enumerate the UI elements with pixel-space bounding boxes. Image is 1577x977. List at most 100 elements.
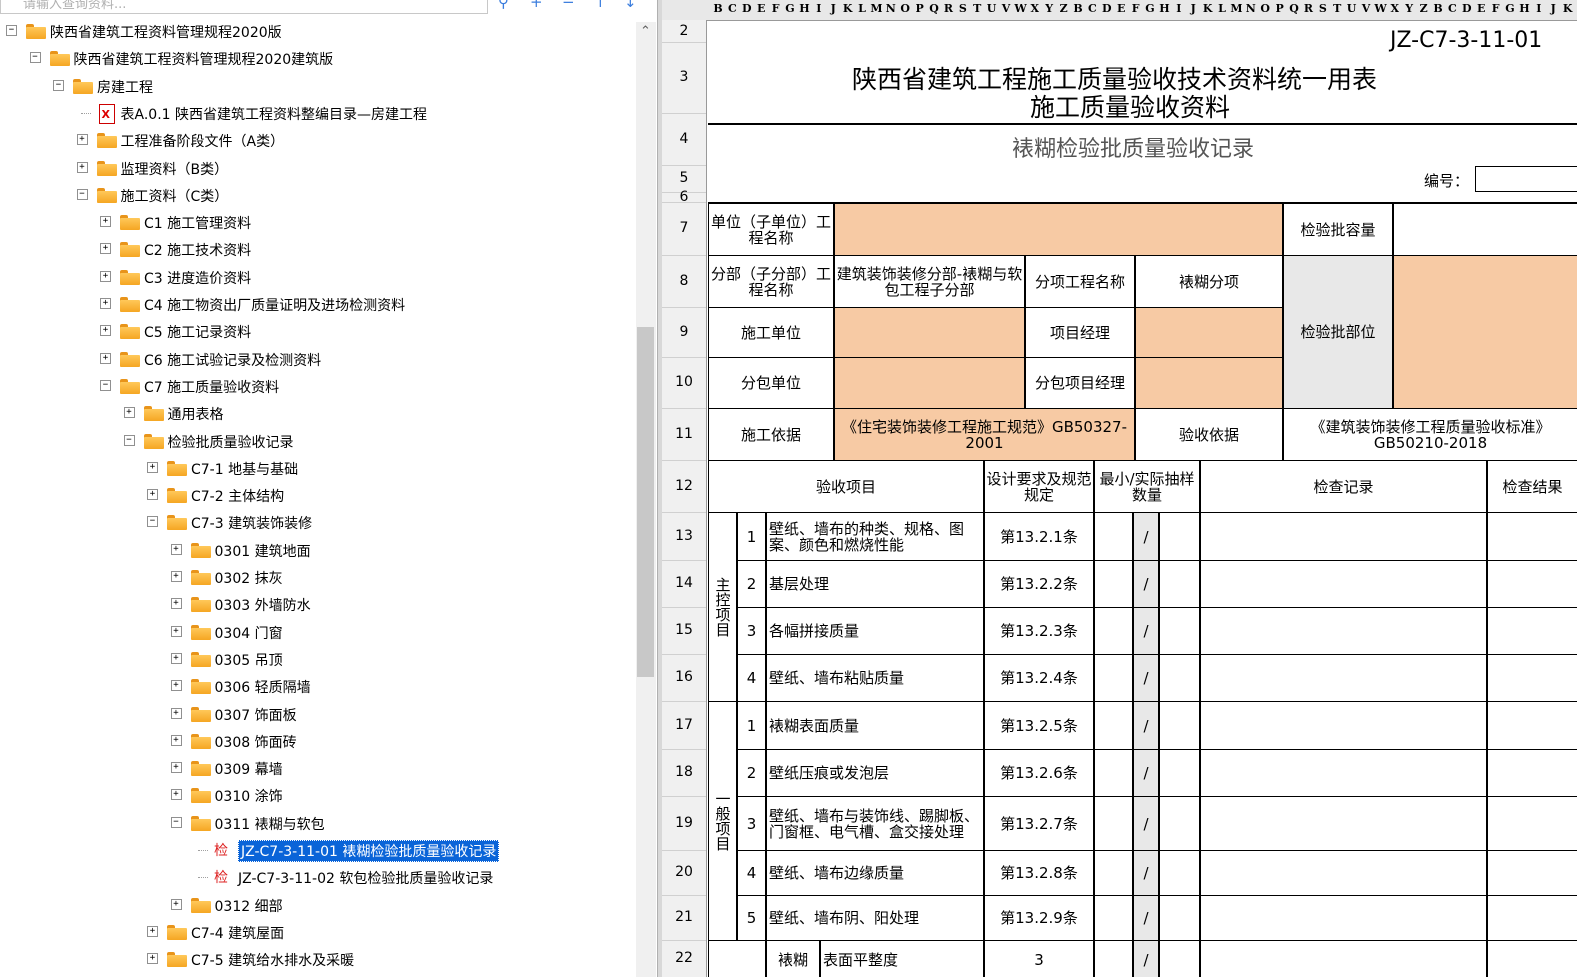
column-header[interactable]: D — [1461, 2, 1473, 15]
column-header[interactable]: F — [1490, 2, 1502, 15]
tree-node[interactable]: + C1 施工管理资料 — [0, 209, 636, 236]
tree-node-label[interactable]: 0301 建筑地面 — [215, 541, 311, 561]
tree-node-label[interactable]: 0311 裱糊与软包 — [215, 814, 325, 834]
tree-node[interactable]: +0312 细部 — [0, 892, 636, 919]
general-item-record[interactable] — [1200, 850, 1487, 896]
general-item-result[interactable] — [1487, 796, 1577, 851]
main-item-record[interactable] — [1200, 654, 1487, 702]
column-header[interactable]: I — [1173, 2, 1185, 15]
column-header[interactable]: M — [870, 2, 882, 15]
expand-icon[interactable]: + — [147, 489, 158, 501]
column-header[interactable]: S — [957, 2, 969, 15]
general-item-record[interactable] — [1200, 701, 1487, 750]
tree-node-label[interactable]: C4 施工物资出厂质量证明及进场检测资料 — [144, 295, 405, 315]
tree-node[interactable]: +0308 饰面砖 — [0, 728, 636, 755]
general-item-record[interactable] — [1200, 895, 1487, 941]
tree-node-label[interactable]: 0302 抹灰 — [215, 568, 283, 588]
unit-value[interactable] — [834, 203, 1283, 256]
column-header[interactable]: O — [899, 2, 911, 15]
main-item-min-sample[interactable] — [1094, 607, 1133, 655]
tree-node-label[interactable]: 施工资料（C类） — [121, 186, 229, 206]
main-item-min-sample[interactable] — [1094, 560, 1133, 608]
expand-icon[interactable]: + — [170, 543, 182, 555]
tree-node[interactable]: 检 JZ-C7-3-11-02 软包检验批质量验收记录 — [0, 864, 636, 891]
column-header[interactable]: N — [885, 2, 897, 15]
main-item-result[interactable] — [1487, 654, 1577, 702]
tree-node[interactable]: + C2 施工技术资料 — [0, 236, 636, 263]
expand-icon[interactable]: + — [170, 598, 182, 610]
part-value[interactable] — [1393, 255, 1577, 409]
row-header[interactable]: 3 — [662, 42, 706, 114]
row-header[interactable]: 4 — [662, 113, 706, 166]
expand-icon[interactable]: + — [100, 352, 111, 364]
column-header[interactable]: G — [784, 2, 796, 15]
pm-value[interactable] — [1135, 307, 1283, 358]
tree-node[interactable]: + C7-5 建筑给水排水及采暖 — [0, 946, 636, 973]
basis-value[interactable]: 《住宅装饰装修工程施工规范》GB50327-2001 — [834, 408, 1135, 461]
subdiv-value[interactable]: 建筑装饰装修分部-裱糊与软包工程子分部 — [834, 255, 1025, 308]
row-header[interactable]: 7 — [662, 202, 706, 256]
tree-node[interactable]: +0309 幕墙 — [0, 755, 636, 782]
collapse-icon[interactable]: − — [6, 25, 17, 36]
column-header[interactable]: L — [856, 2, 868, 15]
column-header[interactable]: B — [1432, 2, 1444, 15]
column-header[interactable]: V — [1000, 2, 1012, 15]
column-header[interactable]: C — [1086, 2, 1098, 15]
tree-node-label[interactable]: 0303 外墙防水 — [215, 595, 311, 615]
tree-node[interactable]: − 0311 裱糊与软包 — [0, 810, 636, 837]
last-record[interactable] — [1200, 940, 1487, 977]
tree-node-label[interactable]: C7-4 建筑屋面 — [191, 923, 284, 943]
tree-node-label[interactable]: 陕西省建筑工程资料管理规程2020版 — [50, 22, 282, 42]
tree-node-label[interactable]: C6 施工试验记录及检测资料 — [144, 350, 321, 370]
row-header[interactable]: 22 — [662, 940, 706, 977]
column-header[interactable]: F — [1130, 2, 1142, 15]
tree-node[interactable]: +0305 吊顶 — [0, 646, 636, 673]
tree-node[interactable]: +0306 轻质隔墙 — [0, 673, 636, 700]
column-header[interactable]: H — [1158, 2, 1170, 15]
column-header[interactable]: D — [741, 2, 753, 15]
general-item-record[interactable] — [1200, 796, 1487, 851]
tree-node[interactable]: − 检验批质量验收记录 — [0, 428, 636, 455]
general-item-result[interactable] — [1487, 895, 1577, 941]
column-header[interactable]: R — [942, 2, 954, 15]
expand-icon[interactable]: + — [170, 734, 182, 746]
main-item-actual-sample[interactable] — [1159, 654, 1200, 702]
tree-node-label[interactable]: 0310 涂饰 — [215, 786, 283, 806]
column-header[interactable]: K — [1562, 2, 1574, 15]
collapse-icon[interactable]: − — [170, 816, 182, 828]
expand-icon[interactable]: + — [170, 680, 182, 692]
row-header[interactable]: 2 — [662, 20, 706, 43]
general-item-actual-sample[interactable] — [1159, 796, 1200, 851]
column-header[interactable]: R — [1302, 2, 1314, 15]
main-item-min-sample[interactable] — [1094, 512, 1133, 561]
column-header[interactable]: E — [1115, 2, 1127, 15]
column-header[interactable]: K — [842, 2, 854, 15]
row-header[interactable]: 10 — [662, 357, 706, 409]
main-item-result[interactable] — [1487, 607, 1577, 655]
expand-icon[interactable]: + — [76, 134, 88, 146]
column-header[interactable]: V — [1360, 2, 1372, 15]
last-actual-sample[interactable] — [1159, 940, 1200, 977]
tree-node[interactable]: − 陕西省建筑工程资料管理规程2020版 — [0, 18, 636, 45]
tree-node-label[interactable]: C7-1 地基与基础 — [191, 459, 298, 479]
sub-pm-value[interactable] — [1135, 357, 1283, 409]
column-header[interactable]: Z — [1058, 2, 1070, 15]
general-item-result[interactable] — [1487, 850, 1577, 896]
general-item-actual-sample[interactable] — [1159, 895, 1200, 941]
main-item-actual-sample[interactable] — [1159, 512, 1200, 561]
column-header[interactable]: N — [1245, 2, 1257, 15]
tree-node[interactable]: + C3 进度造价资料 — [0, 264, 636, 291]
column-header[interactable]: B — [712, 2, 724, 15]
tree-node-label[interactable]: C7-3 建筑装饰装修 — [191, 513, 312, 533]
tree-node[interactable]: + C4 施工物资出厂质量证明及进场检测资料 — [0, 291, 636, 318]
tree-node[interactable]: 表A.0.1 陕西省建筑工程资料整编目录—房建工程 — [0, 100, 636, 127]
tree-node[interactable]: + C7-2 主体结构 — [0, 482, 636, 509]
collapse-icon[interactable]: − — [76, 188, 88, 200]
row-header[interactable]: 12 — [662, 460, 706, 513]
tree-node[interactable]: +0307 饰面板 — [0, 701, 636, 728]
main-item-actual-sample[interactable] — [1159, 560, 1200, 608]
expand-icon[interactable]: + — [147, 925, 158, 937]
tree-node-label[interactable]: C1 施工管理资料 — [144, 213, 251, 233]
expand-icon[interactable]: + — [170, 625, 182, 637]
tree-node[interactable]: − 陕西省建筑工程资料管理规程2020建筑版 — [0, 45, 636, 72]
